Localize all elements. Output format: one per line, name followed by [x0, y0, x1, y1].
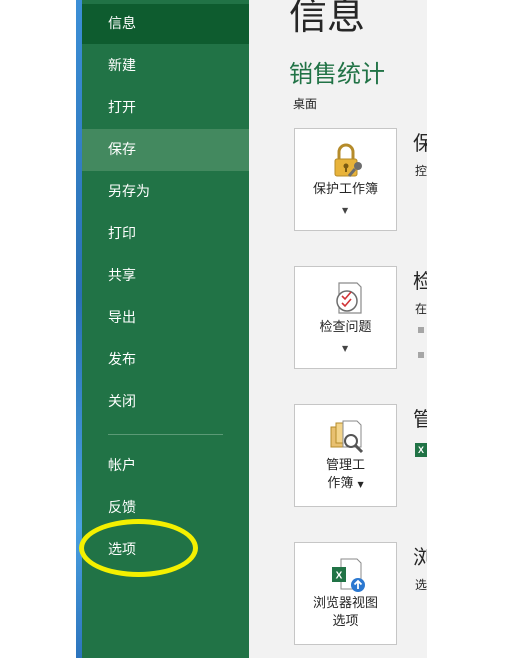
sidebar-item-share[interactable]: 共享 [82, 255, 249, 297]
section-heading-browser: 浏 [413, 545, 427, 569]
section-heading-inspect: 检 [413, 269, 427, 293]
sidebar-item-label: 选项 [108, 542, 136, 558]
sidebar-item-label: 另存为 [108, 184, 150, 200]
protect-workbook-button[interactable]: 保护工作簿 ▼ [294, 128, 397, 231]
section-desc-inspect: 在 [415, 302, 427, 316]
chevron-down-icon: ▼ [342, 206, 349, 215]
sidebar-item-new[interactable]: 新建 [82, 45, 249, 87]
sidebar-item-label: 保存 [108, 142, 136, 158]
sidebar-item-save-as[interactable]: 另存为 [82, 171, 249, 213]
document-title: 销售统计 [289, 60, 385, 88]
sidebar-item-label: 帐户 [108, 458, 136, 474]
sidebar-item-info[interactable]: 信息 [82, 4, 249, 44]
outside-window-area [427, 0, 512, 658]
sidebar-item-print[interactable]: 打印 [82, 213, 249, 255]
chevron-down-icon: ▼ [357, 480, 364, 489]
section-desc-browser: 选 [415, 578, 427, 592]
sidebar-item-label: 关闭 [108, 394, 136, 410]
tile-label: 保护工作簿 [312, 182, 378, 197]
page-title: 信息 [289, 0, 366, 38]
sidebar-item-open[interactable]: 打开 [82, 87, 249, 129]
sidebar-item-export[interactable]: 导出 [82, 297, 249, 339]
lock-key-icon [334, 143, 362, 177]
sidebar-item-label: 信息 [108, 16, 136, 32]
sidebar-item-label: 导出 [108, 310, 136, 326]
document-location: 桌面 [293, 97, 318, 111]
section-heading-manage: 管 [413, 407, 427, 431]
section-heading-protect: 保 [413, 131, 427, 155]
sidebar-divider [108, 434, 223, 435]
chevron-down-icon: ▼ [342, 344, 349, 353]
sidebar-item-label: 打开 [108, 100, 136, 116]
bullet-marker [418, 327, 424, 333]
browser-view-options-button[interactable]: X 浏览器视图 选项 [294, 542, 397, 645]
sidebar-item-label: 反馈 [108, 500, 136, 516]
svg-text:X: X [336, 571, 343, 582]
sidebar-item-options[interactable]: 选项 [82, 529, 249, 571]
sidebar-item-close[interactable]: 关闭 [82, 381, 249, 423]
tile-label-line2: 选项 [332, 614, 359, 629]
tile-label-line2: 作簿 ▼ [327, 476, 364, 491]
sidebar-item-label: 发布 [108, 352, 136, 368]
backstage-sidebar: 信息 新建 打开 保存 另存为 打印 共享 导出 发布 关闭 帐户 反馈 选项 [82, 0, 249, 658]
sidebar-item-label: 新建 [108, 58, 136, 74]
check-for-issues-button[interactable]: 检查问题 ▼ [294, 266, 397, 369]
sidebar-item-feedback[interactable]: 反馈 [82, 487, 249, 529]
tile-label-line1: 管理工 [325, 458, 365, 473]
tile-label-line1: 浏览器视图 [312, 596, 378, 611]
section-desc-protect: 控 [415, 164, 427, 178]
excel-file-icon: X [415, 443, 427, 457]
tile-label: 检查问题 [319, 320, 372, 335]
info-pane: 信息 销售统计 桌面 保护工作簿 ▼ 保 控 检查问题 ▼ 检 在 管理工 作簿… [249, 0, 427, 658]
inspect-document-icon [336, 282, 362, 314]
manage-workbook-icon [330, 420, 364, 454]
excel-browser-view-icon: X [332, 558, 365, 592]
sidebar-item-publish[interactable]: 发布 [82, 339, 249, 381]
manage-workbook-button[interactable]: 管理工 作簿 ▼ [294, 404, 397, 507]
bullet-marker [418, 352, 424, 358]
sidebar-item-account[interactable]: 帐户 [82, 445, 249, 487]
sidebar-item-label: 打印 [108, 226, 136, 242]
sidebar-item-label: 共享 [108, 268, 136, 284]
sidebar-item-save[interactable]: 保存 [82, 129, 249, 171]
